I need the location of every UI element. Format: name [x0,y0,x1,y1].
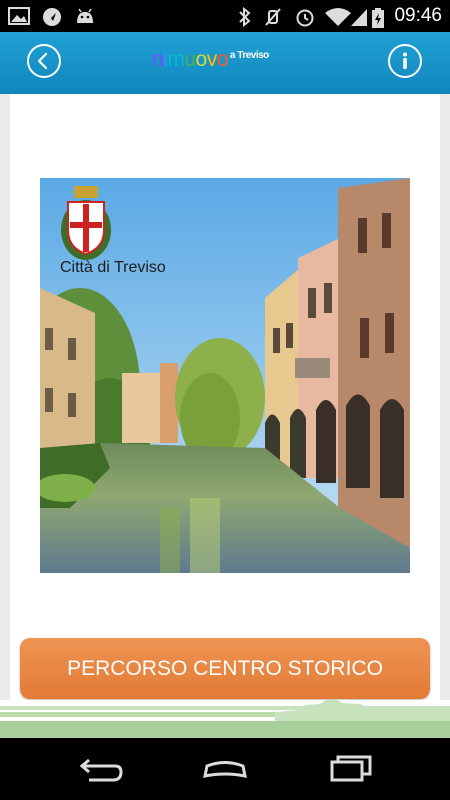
city-photo [40,178,410,573]
status-bar: 09:46 [0,0,450,32]
back-icon[interactable] [75,756,123,788]
navigation-icon [42,7,62,31]
app-logo: nimuovo a Treviso [152,48,269,72]
logo-letter: n [152,48,164,71]
clock: 09:46 [394,5,442,26]
image-icon [8,7,30,29]
logo-letter: m [167,48,185,71]
logo-letter: v [206,48,218,71]
system-nav-bar [0,738,450,800]
bluetooth-icon [238,6,252,31]
recent-apps-icon[interactable] [328,754,376,788]
alarm-icon [294,7,316,31]
wifi-icon [324,7,352,31]
battery-charging-icon [371,7,385,33]
chevron-left-icon [37,52,48,70]
logo-letter: o [195,48,208,71]
footer-banner [0,696,450,738]
home-icon[interactable] [201,756,249,788]
info-button[interactable] [388,44,422,78]
logo-letter: u [184,48,196,71]
logo-text: nimuovo [152,48,228,72]
back-button[interactable] [27,44,61,78]
logo-letter: o [216,48,229,71]
signal-icon [350,7,368,31]
info-icon [403,52,407,69]
logo-subtitle: a Treviso [229,50,269,61]
image-caption: Città di Treviso [60,259,166,276]
route-button[interactable]: PERCORSO CENTRO STORICO [20,638,430,699]
mute-icon [264,7,282,31]
android-icon [74,7,96,29]
